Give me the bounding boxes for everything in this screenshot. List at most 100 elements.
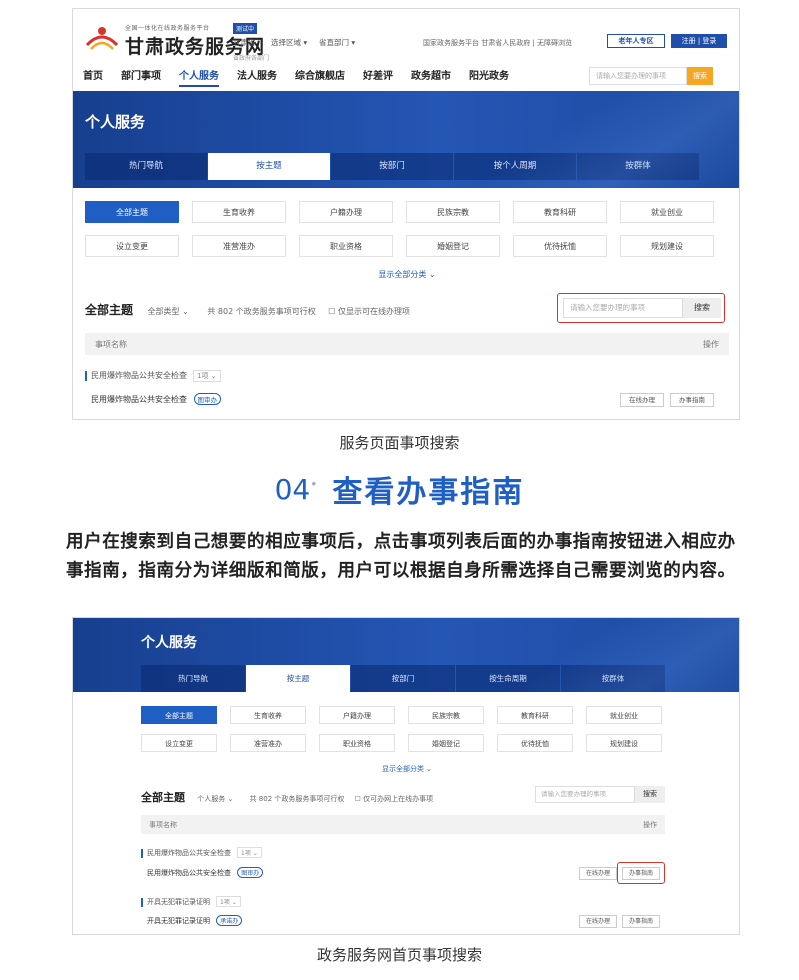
caption-1: 服务页面事项搜索 [339,434,460,452]
item-group-name[interactable]: 开具无犯罪记录证明 [147,898,210,906]
item-group-name[interactable]: 民用爆炸物品公共安全检查 [91,371,187,380]
category-item[interactable]: 户籍办理 [299,201,393,223]
theme-title: 全部主题 [85,303,134,317]
category-item[interactable]: 优待抚恤 [497,734,573,752]
nav-item-rating[interactable]: 好差评 [363,67,393,87]
category-item[interactable]: 职业资格 [319,734,395,752]
nav-item-dept[interactable]: 部门事项 [121,67,161,87]
tab-dept[interactable]: 按部门 [351,665,455,692]
category-item[interactable]: 准营准办 [192,235,286,257]
login-register-button[interactable]: 注册 | 登录 [671,34,727,48]
banner-title: 个人服务 [85,113,146,131]
nav-search-input[interactable]: 请输入您要办理的事项 [589,67,687,85]
show-all-categories[interactable]: 显示全部分类 ⌄ [73,269,739,280]
show-all-categories[interactable]: 显示全部分类 ⌄ [73,764,739,774]
tab-hot[interactable]: 热门导航 [141,665,245,692]
tab-group[interactable]: 按群体 [561,665,665,692]
guide-button[interactable]: 办事指南 [670,393,714,407]
category-item[interactable]: 就业创业 [620,201,714,223]
department-select[interactable]: 省直部门 ▾ [319,37,355,48]
category-item[interactable]: 婚姻登记 [408,734,484,752]
category-item[interactable]: 优待抚恤 [513,235,607,257]
tab-dept[interactable]: 按部门 [331,153,453,180]
category-item[interactable]: 准营准办 [230,734,306,752]
tab-lifecycle[interactable]: 按个人周期 [454,153,576,180]
category-item[interactable]: 民族宗教 [408,706,484,724]
online-handle-button[interactable]: 在线办理 [579,915,617,928]
category-item[interactable]: 全部主题 [85,201,179,223]
category-item[interactable]: 教育科研 [497,706,573,724]
online-only-checkbox[interactable]: ☐ 仅显示可在线办理项 [328,307,410,316]
expand-tag[interactable]: 1项 ⌄ [237,847,262,858]
category-item[interactable]: 职业资格 [299,235,393,257]
guide-button[interactable]: 办事指南 [622,915,660,928]
item-search-input[interactable]: 请输入您要办理的事项 [535,786,635,803]
type-select[interactable]: 全部类型 ⌄ [148,307,189,316]
item-group-name[interactable]: 民用爆炸物品公共安全检查 [147,849,231,857]
tab-lifecycle[interactable]: 按生命周期 [456,665,560,692]
category-item[interactable]: 就业创业 [586,706,662,724]
platform-name: 全国一体化在线政务服务平台 [125,25,210,32]
list-item: 民用爆炸物品公共安全检查 1项 ⌄ [141,847,262,858]
item-name[interactable]: 民用爆炸物品公共安全检查 [91,395,187,404]
item-count: 共 802 个政务服务事项可行权 [249,795,345,803]
service-page-screenshot: 全国一体化在线政务服务平台 甘肃政务服务网 测试中 甘肃省 选择区域 ▾ 省直部… [72,8,740,420]
online-handle-button[interactable]: 在线办理 [620,393,664,407]
body-paragraph: 用户在搜索到自己想要的相应事项后，点击事项列表后面的办事指南按钮进入相应办事指南… [66,532,736,581]
province-label: 甘肃省 [233,38,256,47]
category-item[interactable]: 设立变更 [141,734,217,752]
nav-item-personal[interactable]: 个人服务 [179,67,219,87]
category-item[interactable]: 民族宗教 [406,201,500,223]
item-name[interactable]: 开具无犯罪记录证明 [147,917,210,925]
item-badge: 承诺办 [216,915,243,926]
table-row: 开具无犯罪记录证明 承诺办 [147,915,243,926]
nav-item-sunshine[interactable]: 阳光政务 [469,67,509,87]
category-item[interactable]: 规划建设 [620,235,714,257]
expand-tag[interactable]: 1项 ⌄ [216,896,241,907]
gansu-logo-icon [85,27,119,50]
section-title: 查看办事指南 [332,475,525,510]
category-item[interactable]: 生育收养 [230,706,306,724]
item-name[interactable]: 民用爆炸物品公共安全检查 [147,869,231,877]
table-header: 事项名称 操作 [141,815,665,834]
region-select[interactable]: 选择区域 ▾ [271,37,307,48]
tab-theme[interactable]: 按主题 [208,153,330,180]
row-marker [141,848,143,858]
service-tabs: 热门导航 按主题 按部门 按个人周期 按群体 [85,153,700,180]
nav-search-button[interactable]: 搜索 [687,67,713,85]
category-grid: 全部主题 生育收养 户籍办理 民族宗教 教育科研 就业创业 设立变更 准营准办 … [141,706,662,752]
category-item[interactable]: 规划建设 [586,734,662,752]
item-search-button[interactable]: 搜索 [635,786,665,803]
beta-badge: 测试中 [233,23,258,34]
tab-group[interactable]: 按群体 [577,153,699,180]
theme-title: 全部主题 [141,791,185,804]
nav-item-market[interactable]: 政务超市 [411,67,451,87]
nav-item-corporate[interactable]: 法人服务 [237,67,277,87]
tab-theme[interactable]: 按主题 [246,665,350,692]
tab-hot[interactable]: 热门导航 [85,153,207,180]
category-item[interactable]: 教育科研 [513,201,607,223]
banner-title: 个人服务 [141,635,197,651]
item-badge: 图审办 [237,867,264,878]
service-tabs: 热门导航 按主题 按部门 按生命周期 按群体 [141,665,666,692]
category-grid: 全部主题 生育收养 户籍办理 民族宗教 教育科研 就业创业 设立变更 准营准办 … [85,201,714,257]
nav-item-home[interactable]: 首页 [83,67,103,87]
online-handle-button[interactable]: 在线办理 [579,867,617,880]
caption-2: 政务服务网首页事项搜索 [316,946,482,964]
table-header: 事项名称 操作 [85,333,729,355]
top-links[interactable]: 国家政务服务平台 甘肃省人民政府 | 无障碍浏览 [423,38,572,48]
row-marker [85,370,87,381]
theme-row: 全部主题 全部类型 ⌄ 共 802 个政务服务事项可行权 ☐ 仅显示可在线办理项 [85,301,410,318]
category-item[interactable]: 全部主题 [141,706,217,724]
type-select[interactable]: 个人服务 ⌄ [197,795,233,803]
nav-item-flagship[interactable]: 综合旗舰店 [295,67,345,87]
category-item[interactable]: 设立变更 [85,235,179,257]
category-item[interactable]: 婚姻登记 [406,235,500,257]
guide-highlight-box [617,862,665,884]
expand-tag[interactable]: 1项 ⌄ [193,370,221,382]
elderly-zone-button[interactable]: 老年人专区 [607,34,665,48]
item-count: 共 802 个政务服务事项可行权 [207,307,316,316]
category-item[interactable]: 生育收养 [192,201,286,223]
online-only-checkbox[interactable]: ☐ 仅可办网上在线办事项 [355,795,434,803]
category-item[interactable]: 户籍办理 [319,706,395,724]
